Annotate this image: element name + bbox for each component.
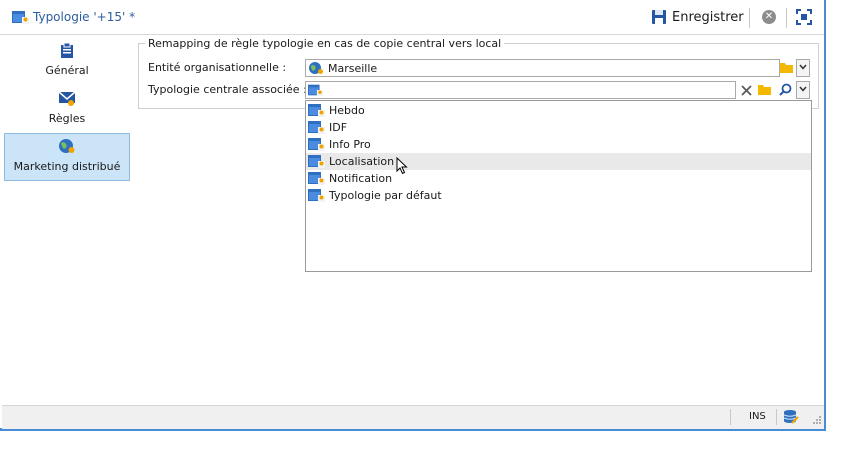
chevron-down-icon (799, 64, 807, 70)
typology-icon (308, 172, 325, 185)
status-bar: INS (2, 405, 824, 429)
search-icon[interactable] (779, 83, 792, 96)
list-item-label: Notification (329, 172, 393, 185)
floppy-disk-icon (652, 10, 666, 24)
save-button-label: Enregistrer (672, 9, 744, 25)
list-item-idf[interactable]: IDF (306, 119, 811, 136)
entity-label: Entité organisationnelle : (148, 61, 287, 74)
status-divider (776, 409, 777, 425)
typology-field[interactable] (305, 81, 736, 99)
clear-icon[interactable] (741, 85, 752, 96)
database-icon[interactable] (783, 409, 799, 425)
list-item-label: Hebdo (329, 104, 365, 117)
folder-icon[interactable] (758, 84, 771, 95)
close-icon[interactable]: ✕ (762, 10, 776, 24)
list-item-label: Typologie par défaut (329, 189, 442, 202)
sidebar-item-label: Règles (48, 112, 86, 125)
list-item-label: Localisation (329, 155, 395, 168)
list-item-info-pro[interactable]: Info Pro (306, 136, 811, 153)
list-item-hebdo[interactable]: Hebdo (306, 102, 811, 119)
typology-icon (308, 138, 325, 151)
list-item-label: IDF (329, 121, 348, 134)
entity-value: Marseille (328, 62, 378, 75)
window-title: Typologie '+15' * (33, 10, 136, 24)
envelope-icon (58, 91, 76, 106)
sidebar-item-rules[interactable]: Règles (4, 88, 130, 130)
clipboard-icon (61, 42, 73, 58)
application-window: Typologie '+15' * Enregistrer ✕ Général … (0, 0, 826, 431)
title-bar: Typologie '+15' * Enregistrer ✕ (0, 0, 824, 35)
sidebar: Général Règles Marketing distribué (4, 36, 130, 406)
typology-label: Typologie centrale associée : (148, 83, 307, 96)
entity-dropdown-button[interactable] (796, 59, 810, 77)
typology-icon (12, 11, 29, 24)
typology-icon (308, 121, 325, 134)
toolbar-divider (749, 8, 750, 28)
list-item-label: Info Pro (329, 138, 371, 151)
sidebar-item-distributed-marketing[interactable]: Marketing distribué (4, 133, 130, 181)
globe-icon (59, 139, 75, 153)
insert-mode-indicator: INS (749, 411, 766, 422)
sidebar-item-label: Marketing distribué (13, 160, 121, 173)
list-item-typologie-par-defaut[interactable]: Typologie par défaut (306, 187, 811, 204)
sidebar-item-general[interactable]: Général (4, 40, 130, 82)
folder-icon[interactable] (780, 62, 793, 73)
status-divider (730, 409, 731, 425)
typology-icon (308, 104, 325, 117)
resize-grip-icon[interactable] (812, 415, 822, 425)
typology-icon (308, 189, 325, 202)
fieldset-legend: Remapping de règle typologie en cas de c… (145, 37, 505, 50)
list-item-localisation[interactable]: Localisation (306, 153, 811, 175)
typology-dropdown-button[interactable] (796, 81, 810, 99)
sidebar-item-label: Général (45, 64, 89, 77)
toolbar-divider (786, 8, 787, 28)
chevron-down-icon (799, 86, 807, 92)
list-item-notification[interactable]: Notification (306, 170, 811, 187)
entity-field[interactable]: Marseille (305, 59, 780, 77)
typology-icon (308, 84, 324, 97)
fit-to-window-icon[interactable] (796, 9, 812, 25)
typology-dropdown-list: Hebdo IDF Info Pro Localisation Notifica… (305, 100, 812, 272)
save-button[interactable]: Enregistrer (651, 6, 744, 28)
typology-icon (308, 155, 325, 168)
globe-icon (309, 62, 323, 74)
